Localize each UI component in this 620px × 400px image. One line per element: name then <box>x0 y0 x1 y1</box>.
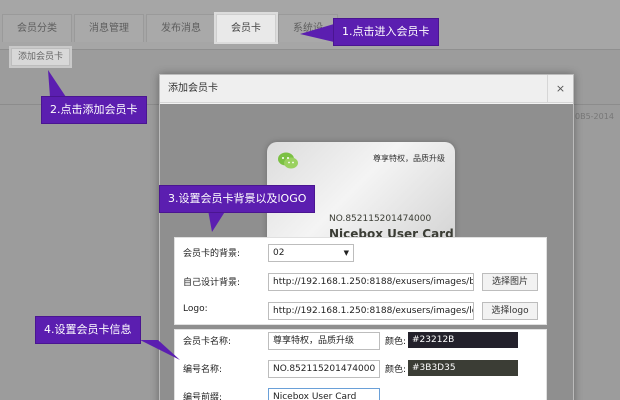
callout-step2: 2.点击添加会员卡 <box>42 97 146 123</box>
choose-image-button[interactable]: 选择图片 <box>482 273 538 291</box>
callout-step1: 1.点击进入会员卡 <box>334 19 438 45</box>
custom-background-input[interactable]: http://192.168.1.250:8188/exusers/images… <box>268 273 474 291</box>
background-select[interactable]: 02 ▼ <box>268 244 354 262</box>
background-label: 会员卡的背景: <box>183 249 241 259</box>
top-tab-bar: 会员分类 消息管理 发布消息 会员卡 系统设 <box>0 0 620 50</box>
card-slogan: 尊享特权，品质升级 <box>373 154 445 163</box>
number-color-label: 颜色: <box>385 365 407 375</box>
tab-member-category[interactable]: 会员分类 <box>2 14 72 42</box>
number-name-input[interactable]: NO.852115201474000 <box>268 360 380 378</box>
logo-input[interactable]: http://192.168.1.250:8188/exusers/images… <box>268 302 474 320</box>
card-name-color-label: 颜色: <box>385 337 407 347</box>
choose-logo-button[interactable]: 选择logo <box>482 302 538 320</box>
add-member-card-dialog: 添加会员卡 × 尊享特权，品质升级 NO.852115201474000 Nic… <box>159 74 574 400</box>
tab-publish-message[interactable]: 发布消息 <box>146 14 216 42</box>
number-name-label: 编号名称: <box>183 365 223 375</box>
card-name-label: 会员卡名称: <box>183 337 232 347</box>
tab-member-card[interactable]: 会员卡 <box>216 14 276 42</box>
background-logo-panel: 会员卡的背景: 02 ▼ 自己设计背景: http://192.168.1.25… <box>174 237 547 325</box>
callout-step3: 3.设置会员卡背景以及lOGO <box>160 186 315 212</box>
close-icon[interactable]: × <box>547 75 573 103</box>
custom-background-label: 自己设计背景: <box>183 278 241 288</box>
logo-label: Logo: <box>183 304 208 314</box>
tab-message-management[interactable]: 消息管理 <box>74 14 144 42</box>
wechat-logo-icon <box>278 152 298 169</box>
number-prefix-input[interactable]: Nicebox User Card <box>268 388 380 400</box>
background-select-value: 02 <box>273 248 285 258</box>
tab-system-settings[interactable]: 系统设 <box>278 14 338 42</box>
dialog-body: 尊享特权，品质升级 NO.852115201474000 Nicebox Use… <box>160 104 573 400</box>
card-name-input[interactable]: 尊享特权，品质升级 <box>268 332 380 350</box>
divider <box>573 104 620 105</box>
number-color-input[interactable]: #3B3D35 <box>408 360 518 376</box>
number-prefix-label: 编号前缀: <box>183 393 223 400</box>
card-info-panel: 会员卡名称: 尊享特权，品质升级 颜色: #23212B 编号名称: NO.85… <box>174 329 547 400</box>
dropdown-arrow-icon: ▼ <box>343 249 349 257</box>
dialog-title: 添加会员卡 <box>160 75 573 103</box>
callout-step4: 4.设置会员卡信息 <box>36 317 140 343</box>
background-right-text: 0B5-2014 <box>575 112 614 121</box>
card-name-color-input[interactable]: #23212B <box>408 332 518 348</box>
card-number: NO.852115201474000 <box>329 214 432 224</box>
add-member-card-button[interactable]: 添加会员卡 <box>11 48 71 66</box>
